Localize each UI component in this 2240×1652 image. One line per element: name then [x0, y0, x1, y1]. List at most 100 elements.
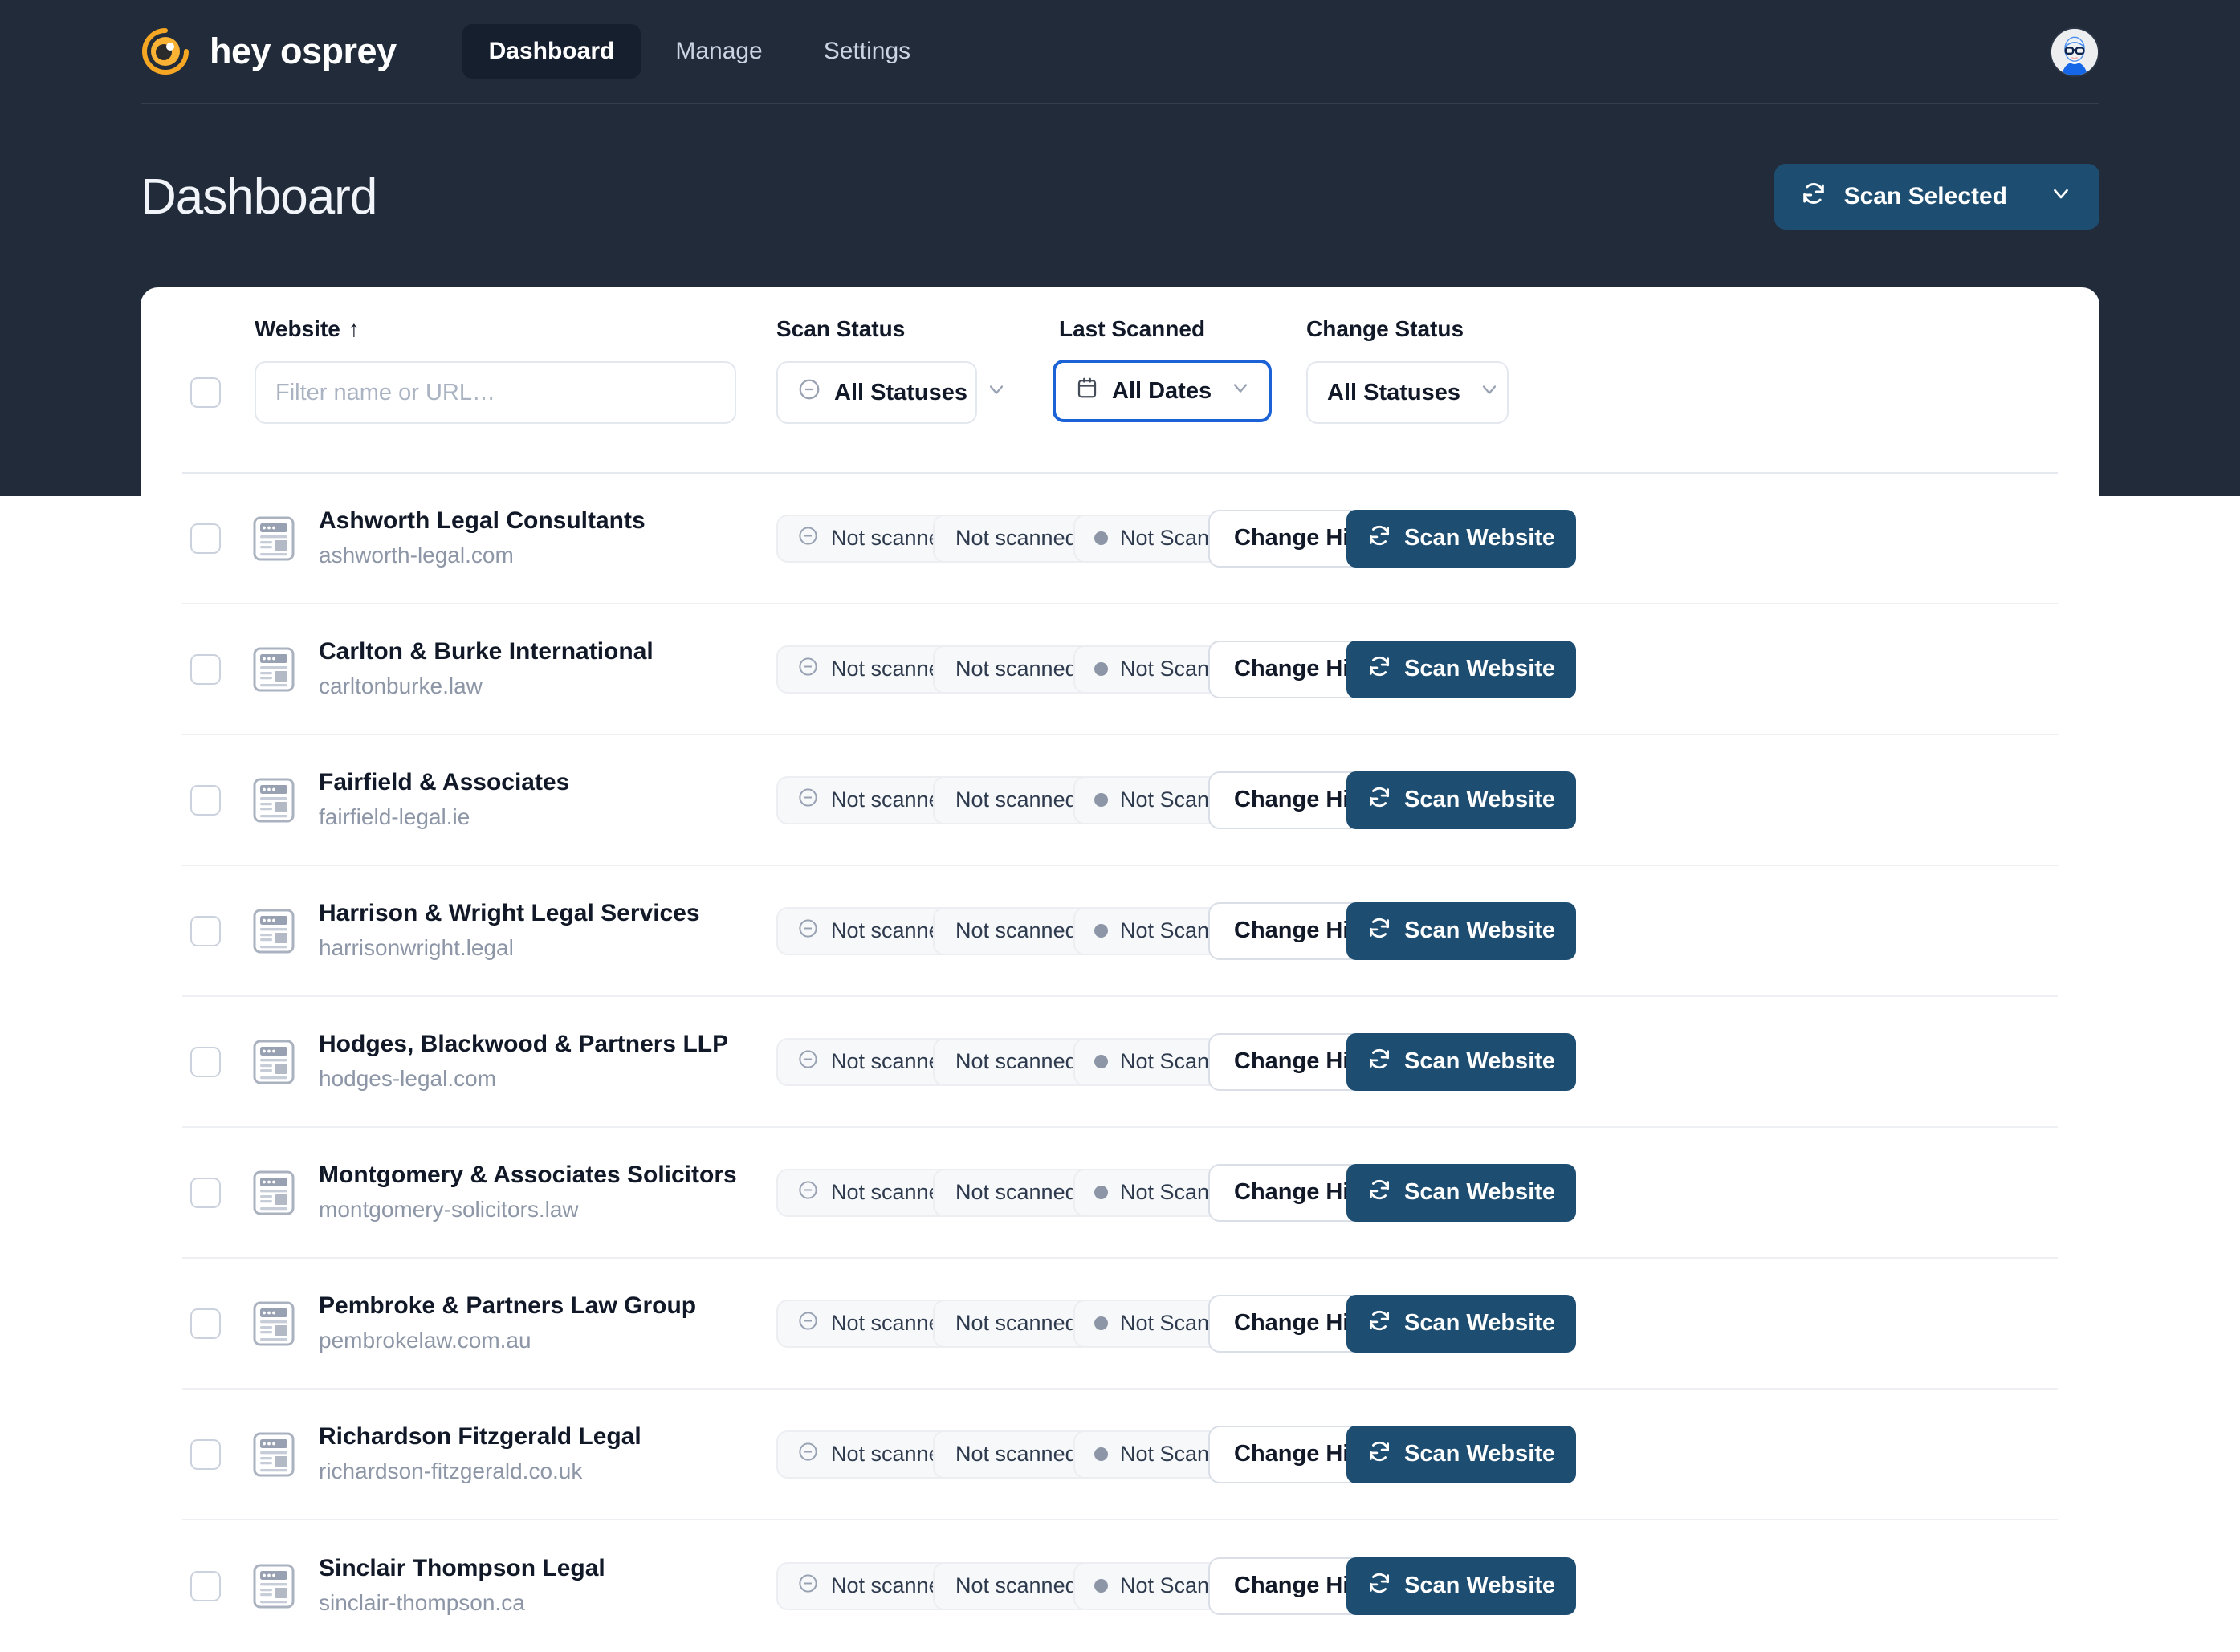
scan-status-filter-select[interactable]: All Statuses: [776, 361, 1004, 424]
column-header-scan-status: Scan Status: [776, 316, 906, 341]
row-select-checkbox[interactable]: [190, 523, 221, 554]
status-dot-icon: [1094, 1055, 1108, 1068]
table-row-8[interactable]: Sinclair Thompson Legal sinclair-thompso…: [182, 1520, 2058, 1651]
table-filter-header: Website ↑ Scan Status All Statuses Last S…: [182, 287, 2058, 474]
website-thumbnail-icon: [253, 1301, 295, 1346]
nav-item-dashboard[interactable]: Dashboard: [462, 24, 641, 79]
website-info: Sinclair Thompson Legal sinclair-thompso…: [319, 1553, 605, 1618]
website-thumbnail-icon: [253, 1564, 295, 1609]
row-select-checkbox[interactable]: [190, 1177, 221, 1208]
refresh-icon: [1367, 1047, 1391, 1077]
scan-status-filter-value: All Statuses: [834, 379, 967, 405]
table-row-5[interactable]: Montgomery & Associates Solicitors montg…: [182, 1128, 2058, 1259]
nav-item-manage[interactable]: Manage: [649, 24, 788, 79]
scan-website-button[interactable]: Scan Website: [1346, 640, 1577, 698]
row-select-checkbox[interactable]: [190, 784, 221, 816]
minus-circle-icon: [797, 656, 819, 683]
website-name: Ashworth Legal Consultants: [319, 507, 646, 534]
scan-website-button[interactable]: Scan Website: [1346, 1032, 1577, 1091]
last-scanned-label: Not scanned: [955, 787, 1077, 812]
page-header: Dashboard Scan Selected: [141, 153, 2099, 241]
last-scanned-label: Not scanned: [955, 1180, 1077, 1204]
website-url: pembrokelaw.com.au: [319, 1328, 531, 1353]
last-scanned-label: Not scanned: [955, 1311, 1077, 1335]
column-header-website-label: Website: [255, 316, 340, 341]
table-row-7[interactable]: Richardson Fitzgerald Legal richardson-f…: [182, 1390, 2058, 1520]
refresh-icon: [1367, 916, 1391, 946]
row-select-checkbox[interactable]: [190, 1046, 221, 1077]
website-name: Pembroke & Partners Law Group: [319, 1292, 697, 1319]
column-header-change-status: Change Status: [1306, 316, 1464, 341]
row-select-checkbox[interactable]: [190, 915, 221, 946]
avatar[interactable]: [2050, 27, 2099, 77]
website-name: Harrison & Wright Legal Services: [319, 899, 700, 926]
website-name: Fairfield & Associates: [319, 768, 570, 795]
minus-circle-icon: [797, 787, 819, 814]
scan-website-label: Scan Website: [1404, 918, 1556, 943]
status-dot-icon: [1094, 1186, 1108, 1199]
column-header-website[interactable]: Website ↑: [255, 316, 360, 342]
last-scanned-label: Not scanned: [955, 657, 1077, 681]
website-filter-input[interactable]: [255, 361, 736, 424]
website-name: Montgomery & Associates Solicitors: [319, 1161, 737, 1188]
scan-website-button[interactable]: Scan Website: [1346, 509, 1577, 568]
table-row-0[interactable]: Ashworth Legal Consultants ashworth-lega…: [182, 474, 2058, 604]
status-dot-icon: [1094, 1447, 1108, 1461]
websites-card: Website ↑ Scan Status All Statuses Last S…: [141, 287, 2099, 1652]
scan-website-label: Scan Website: [1404, 787, 1556, 812]
scan-website-button[interactable]: Scan Website: [1346, 1294, 1577, 1353]
top-navigation-bar: hey osprey Dashboard Manage Settings: [0, 0, 2240, 103]
scan-website-label: Scan Website: [1404, 1048, 1556, 1074]
scan-website-button[interactable]: Scan Website: [1346, 901, 1577, 960]
brand[interactable]: hey osprey: [141, 26, 397, 76]
website-info: Fairfield & Associates fairfield-legal.i…: [319, 767, 569, 832]
change-status-filter-value: All Statuses: [1327, 379, 1460, 405]
website-thumbnail-icon: [253, 778, 295, 823]
scan-website-label: Scan Website: [1404, 1573, 1556, 1598]
scan-selected-label: Scan Selected: [1843, 183, 2007, 210]
website-thumbnail-icon: [253, 647, 295, 692]
row-select-checkbox[interactable]: [190, 653, 221, 685]
row-select-checkbox[interactable]: [190, 1438, 221, 1470]
minus-circle-icon: [797, 1048, 819, 1076]
refresh-icon: [1367, 1439, 1391, 1470]
website-thumbnail-icon: [253, 1170, 295, 1215]
website-url: sinclair-thompson.ca: [319, 1590, 525, 1616]
status-dot-icon: [1094, 793, 1108, 807]
status-dot-icon: [1094, 531, 1108, 545]
website-info: Carlton & Burke International carltonbur…: [319, 637, 654, 702]
scan-website-label: Scan Website: [1404, 1179, 1556, 1205]
website-url: carltonburke.law: [319, 673, 483, 699]
website-url: hodges-legal.com: [319, 1066, 497, 1092]
scan-website-button[interactable]: Scan Website: [1346, 1163, 1577, 1222]
nav-item-settings[interactable]: Settings: [797, 24, 937, 79]
website-thumbnail-icon: [253, 1040, 295, 1084]
table-row-1[interactable]: Carlton & Burke International carltonbur…: [182, 604, 2058, 735]
row-select-checkbox[interactable]: [190, 1570, 221, 1601]
minus-circle-icon: [797, 525, 819, 552]
scan-website-button[interactable]: Scan Website: [1346, 1556, 1577, 1615]
chevron-down-icon: [2049, 181, 2073, 212]
change-status-filter-select[interactable]: All Statuses: [1306, 361, 1509, 424]
table-row-6[interactable]: Pembroke & Partners Law Group pembrokela…: [182, 1259, 2058, 1390]
refresh-icon: [1801, 181, 1827, 213]
table-row-4[interactable]: Hodges, Blackwood & Partners LLP hodges-…: [182, 997, 2058, 1128]
scan-website-button[interactable]: Scan Website: [1346, 1425, 1577, 1483]
refresh-icon: [1367, 1308, 1391, 1339]
scan-website-label: Scan Website: [1404, 1310, 1556, 1336]
minus-circle-icon: [797, 918, 819, 945]
scan-website-button[interactable]: Scan Website: [1346, 771, 1577, 829]
website-url: fairfield-legal.ie: [319, 804, 470, 830]
scan-website-label: Scan Website: [1404, 1441, 1556, 1467]
table-row-2[interactable]: Fairfield & Associates fairfield-legal.i…: [182, 735, 2058, 866]
table-row-3[interactable]: Harrison & Wright Legal Services harriso…: [182, 866, 2058, 997]
select-all-checkbox[interactable]: [190, 377, 221, 408]
website-info: Hodges, Blackwood & Partners LLP hodges-…: [319, 1029, 728, 1094]
scan-selected-button[interactable]: Scan Selected: [1774, 164, 2099, 230]
website-url: montgomery-solicitors.law: [319, 1197, 579, 1223]
last-scanned-filter-select[interactable]: All Dates: [1053, 360, 1272, 422]
page-title: Dashboard: [141, 169, 377, 225]
website-info: Ashworth Legal Consultants ashworth-lega…: [319, 506, 646, 571]
website-thumbnail-icon: [253, 516, 295, 561]
row-select-checkbox[interactable]: [190, 1308, 221, 1339]
